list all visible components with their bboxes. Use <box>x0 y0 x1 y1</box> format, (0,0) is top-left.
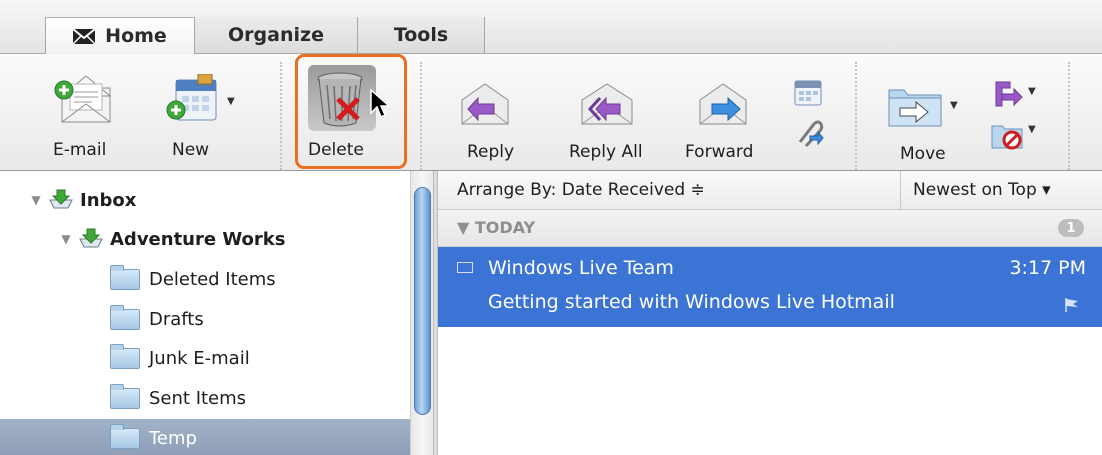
reply-label: Reply <box>467 142 515 162</box>
sidebar-item-label: Temp <box>149 427 197 449</box>
message-list: Arrange By: Date Received ≑ Newest on To… <box>438 171 1102 455</box>
move-button[interactable]: ▼ Move <box>880 80 970 168</box>
envelope-icon <box>73 28 96 44</box>
rules-button[interactable]: ▼ <box>992 78 1042 114</box>
forward-icon <box>699 83 747 125</box>
arrange-by-menu[interactable]: Arrange By: Date Received ≑ <box>457 180 705 200</box>
message-subject: Getting started with Windows Live Hotmai… <box>488 291 895 313</box>
message-sender: Windows Live Team <box>488 257 674 279</box>
folder-icon <box>110 264 140 290</box>
junk-button[interactable]: ▼ <box>990 120 1040 156</box>
inbox-icon <box>49 189 73 209</box>
delete-button[interactable]: Delete <box>298 57 404 166</box>
reply-button[interactable]: Reply <box>455 80 535 168</box>
reply-all-icon <box>581 83 633 125</box>
folder-pane-scrollbar[interactable] <box>410 171 434 455</box>
ribbon-separator <box>1068 62 1070 170</box>
trash-delete-icon <box>317 72 363 127</box>
new-email-icon <box>54 75 112 123</box>
forward-label: Forward <box>685 142 754 162</box>
ribbon-separator <box>855 62 857 170</box>
ribbon-separator <box>420 62 422 170</box>
sidebar-item-adventure-works[interactable]: ▼ Adventure Works <box>0 220 466 258</box>
sort-order-menu[interactable]: Newest on Top ▾ <box>900 171 1102 209</box>
tab-organize-label: Organize <box>228 24 324 46</box>
sidebar-item-label: Deleted Items <box>149 268 276 290</box>
folder-icon <box>110 304 140 330</box>
reply-all-button[interactable]: Reply All <box>560 80 660 168</box>
attachment-button[interactable] <box>792 116 828 152</box>
new-dropdown-arrow-icon[interactable]: ▼ <box>227 96 235 107</box>
new-calendar-icon <box>166 74 217 121</box>
tab-organize[interactable]: Organize <box>195 17 358 53</box>
reply-all-label: Reply All <box>569 142 643 162</box>
rules-icon <box>995 81 1023 107</box>
tab-tools-label: Tools <box>393 24 449 46</box>
tab-home[interactable]: Home <box>45 17 195 54</box>
folder-icon <box>110 343 140 369</box>
message-list-header: Arrange By: Date Received ≑ Newest on To… <box>438 171 1102 210</box>
forward-button[interactable]: Forward <box>680 80 775 168</box>
ribbon-separator <box>280 62 282 170</box>
group-label: ▼ TODAY <box>457 218 536 237</box>
folder-icon <box>110 383 140 409</box>
message-time: 3:17 PM <box>1009 257 1086 279</box>
new-item-label: New <box>172 140 210 160</box>
sidebar-item-label: Sent Items <box>149 387 247 409</box>
sidebar-item-label: Junk E-mail <box>149 347 250 369</box>
mail-window: Home Organize Tools E-mail ▼ New Delete … <box>0 0 1102 455</box>
junk-dropdown-arrow-icon[interactable]: ▼ <box>1028 124 1036 135</box>
folder-pane: ▼ Inbox ▼ Adventure Works Deleted Items … <box>0 171 520 455</box>
flag-icon[interactable] <box>1064 297 1080 313</box>
tab-home-label: Home <box>105 25 167 47</box>
sidebar-item-label: Drafts <box>149 308 204 330</box>
new-email-button[interactable]: E-mail <box>45 72 125 167</box>
new-email-label: E-mail <box>53 140 107 160</box>
meeting-calendar-icon <box>794 80 822 106</box>
disclosure-triangle-icon[interactable]: ▼ <box>56 232 76 246</box>
sidebar-item-label: Adventure Works <box>110 228 286 250</box>
delete-label: Delete <box>308 140 364 160</box>
message-envelope-icon <box>457 262 473 273</box>
rules-dropdown-arrow-icon[interactable]: ▼ <box>1028 86 1036 97</box>
move-folder-icon <box>888 89 942 127</box>
new-item-button[interactable]: ▼ New <box>150 72 245 167</box>
sidebar-item-inbox[interactable]: ▼ Inbox <box>0 181 436 219</box>
paperclip-icon <box>798 120 824 148</box>
message-row[interactable]: Windows Live Team 3:17 PM Getting starte… <box>438 247 1102 327</box>
folder-icon <box>110 423 140 449</box>
meeting-button[interactable] <box>792 78 828 112</box>
group-count-badge: 1 <box>1058 219 1084 237</box>
group-header-today[interactable]: ▼ TODAY 1 <box>438 210 1102 247</box>
ribbon-tab-bar: Home Organize Tools <box>0 0 1102 54</box>
move-label: Move <box>900 144 946 164</box>
move-dropdown-arrow-icon[interactable]: ▼ <box>950 100 958 111</box>
account-inbox-icon <box>79 228 103 248</box>
junk-folder-icon <box>991 125 1023 150</box>
disclosure-triangle-icon[interactable]: ▼ <box>26 193 46 207</box>
sidebar-item-label: Inbox <box>80 189 137 211</box>
mouse-cursor-icon <box>370 89 390 119</box>
reply-icon <box>461 83 509 125</box>
tab-tools[interactable]: Tools <box>358 17 485 53</box>
scrollbar-thumb[interactable] <box>414 187 431 415</box>
